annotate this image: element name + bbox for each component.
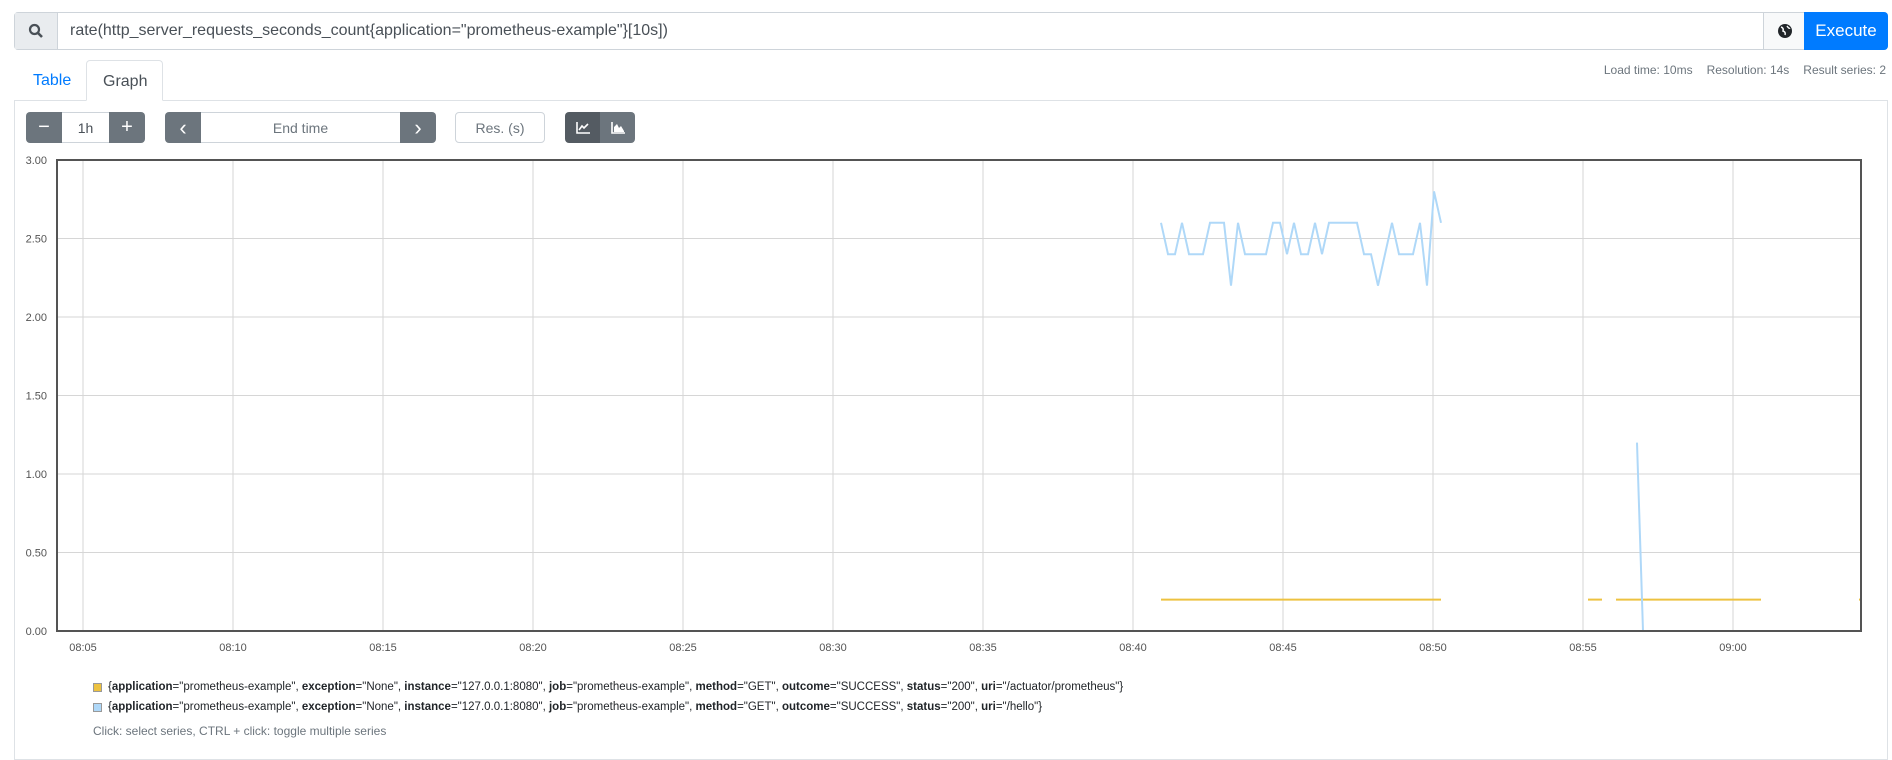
label-value: ="127.0.0.1:8080", [450, 701, 549, 713]
label-value: ="prometheus-example", [566, 701, 696, 713]
label-key: method [695, 701, 738, 713]
query-input[interactable]: rate(http_server_requests_seconds_count{… [70, 13, 668, 49]
resolution: Resolution: 14s [1706, 63, 1790, 77]
x-tick-label: 08:40 [1119, 642, 1147, 654]
y-tick-label: 3.00 [26, 155, 47, 167]
label-value: ="GET", [737, 701, 782, 713]
x-tick-label: 09:00 [1719, 642, 1747, 654]
label-key: job [548, 701, 567, 713]
range-input[interactable]: 1h [62, 112, 109, 143]
area-chart-icon [610, 121, 625, 134]
label-value: ="None", [355, 701, 405, 713]
x-tick-label: 08:05 [69, 642, 97, 654]
label-key: application [111, 681, 173, 693]
x-tick-label: 08:45 [1269, 642, 1297, 654]
legend-label: {application="prometheus-example", excep… [108, 681, 1123, 693]
label-value: ="prometheus-example", [566, 681, 696, 693]
label-value: ="127.0.0.1:8080", [450, 681, 549, 693]
legend-item-hello[interactable]: {application="prometheus-example", excep… [93, 701, 1042, 713]
label-value: ="/actuator/prometheus"} [995, 681, 1124, 693]
x-tick-label: 08:25 [669, 642, 697, 654]
label-key: method [695, 681, 738, 693]
tab-graph[interactable]: Graph [86, 60, 163, 101]
y-tick-label: 2.00 [26, 312, 47, 324]
label-value: ="SUCCESS", [829, 701, 907, 713]
stacked-button[interactable] [600, 112, 635, 143]
label-key: exception [301, 701, 356, 713]
label-key: status [906, 701, 941, 713]
unstacked-button[interactable] [565, 112, 600, 143]
label-value: ="SUCCESS", [829, 681, 907, 693]
x-tick-label: 08:10 [219, 642, 247, 654]
label-value: ="200", [940, 701, 982, 713]
y-tick-label: 0.00 [26, 626, 47, 638]
label-key: instance [404, 681, 451, 693]
x-tick-label: 08:20 [519, 642, 547, 654]
label-value: ="GET", [737, 681, 782, 693]
label-key: exception [301, 681, 356, 693]
y-tick-label: 1.00 [26, 469, 47, 481]
label-key: uri [981, 701, 996, 713]
label-value: ="prometheus-example", [172, 701, 302, 713]
series-line-2 [1636, 442, 1761, 632]
label-key: application [111, 701, 173, 713]
increase-range-button[interactable]: + [109, 112, 145, 143]
x-tick-label: 08:30 [819, 642, 847, 654]
label-value: ="prometheus-example", [172, 681, 302, 693]
label-value: ="/hello"} [995, 701, 1043, 713]
y-tick-label: 0.50 [26, 548, 47, 560]
resolution-input[interactable]: Res. (s) [455, 112, 545, 143]
line-chart-icon [575, 121, 590, 134]
label-key: job [548, 681, 567, 693]
x-tick-label: 08:35 [969, 642, 997, 654]
label-key: outcome [781, 681, 830, 693]
series-swatch [93, 682, 102, 692]
metrics-explorer-button[interactable] [1763, 13, 1805, 49]
label-key: outcome [781, 701, 830, 713]
label-value: ="None", [355, 681, 405, 693]
query-stats: Load time: 10ms Resolution: 14s Result s… [1604, 63, 1886, 77]
result-series: Result series: 2 [1803, 63, 1886, 77]
globe-icon [1777, 24, 1792, 38]
graph-chart[interactable]: 0.00 0.50 1.00 1.50 2.00 2.50 3.00 08:05 08:10 08… [0, 150, 1892, 660]
label-value: ="200", [940, 681, 982, 693]
series-swatch [93, 702, 102, 712]
end-time-input[interactable]: End time [201, 112, 400, 143]
x-tick-label: 08:50 [1419, 642, 1447, 654]
x-tick-label: 08:15 [369, 642, 397, 654]
previous-time-button[interactable]: ‹ [165, 112, 201, 143]
legend-item-actuator[interactable]: {application="prometheus-example", excep… [93, 681, 1123, 693]
y-tick-label: 1.50 [26, 391, 47, 403]
load-time: Load time: 10ms [1603, 63, 1693, 77]
legend-label: {application="prometheus-example", excep… [108, 701, 1042, 713]
decrease-range-button[interactable]: − [26, 112, 62, 143]
search-icon [15, 13, 58, 49]
next-time-button[interactable]: › [400, 112, 436, 143]
y-tick-label: 2.50 [26, 234, 47, 246]
label-key: status [906, 681, 941, 693]
label-key: uri [981, 681, 996, 693]
execute-button[interactable]: Execute [1804, 12, 1888, 50]
legend-hint: Click: select series, CTRL + click: togg… [93, 724, 387, 738]
x-tick-label: 08:55 [1569, 642, 1597, 654]
tab-table[interactable]: Table [17, 60, 87, 101]
label-key: instance [404, 701, 451, 713]
